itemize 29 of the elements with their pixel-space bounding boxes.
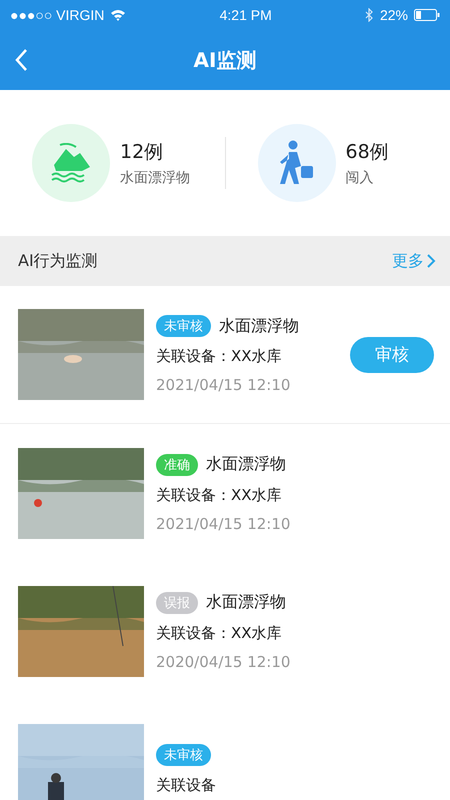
- stat-count: 68例: [346, 140, 389, 165]
- item-title: 水面漂浮物: [206, 592, 286, 613]
- status-tag: 准确: [156, 454, 198, 476]
- item-time: 2021/04/15 12:10: [156, 514, 292, 532]
- stat-count: 12例: [120, 140, 164, 165]
- section-title: AI行为监测: [18, 250, 98, 272]
- device-label: 关联设备：XX水库: [156, 486, 283, 504]
- bluetooth-icon: [364, 8, 374, 22]
- back-icon: [14, 48, 28, 72]
- device-label: 关联设备：XX水库: [156, 347, 283, 366]
- page-title: AI监测: [194, 46, 256, 74]
- item-time: 2020/04/15 12:10: [156, 652, 292, 670]
- more-link[interactable]: 更多: [392, 250, 436, 272]
- status-tag: 未审核: [156, 744, 211, 766]
- review-button[interactable]: 审核: [350, 336, 434, 372]
- item-time: 2021/04/15 12:10: [156, 376, 292, 394]
- battery-icon: [414, 9, 440, 21]
- clock-time: 4:21 PM: [220, 7, 272, 23]
- stat-label: 水面漂浮物: [120, 169, 190, 187]
- item-title: 水面漂浮物: [206, 454, 286, 475]
- carrier-name: ●●●○○ VIRGIN: [10, 7, 104, 23]
- chevron-right-icon: [426, 253, 436, 269]
- wifi-icon: [110, 9, 126, 21]
- device-label: 关联设备: [156, 776, 217, 794]
- battery-percentage: 22%: [380, 7, 408, 23]
- status-tag: 未审核: [156, 315, 211, 337]
- stat-label: 闯入: [346, 169, 374, 187]
- item-title: 水面漂浮物: [219, 316, 299, 336]
- device-label: 关联设备：XX水库: [156, 624, 283, 642]
